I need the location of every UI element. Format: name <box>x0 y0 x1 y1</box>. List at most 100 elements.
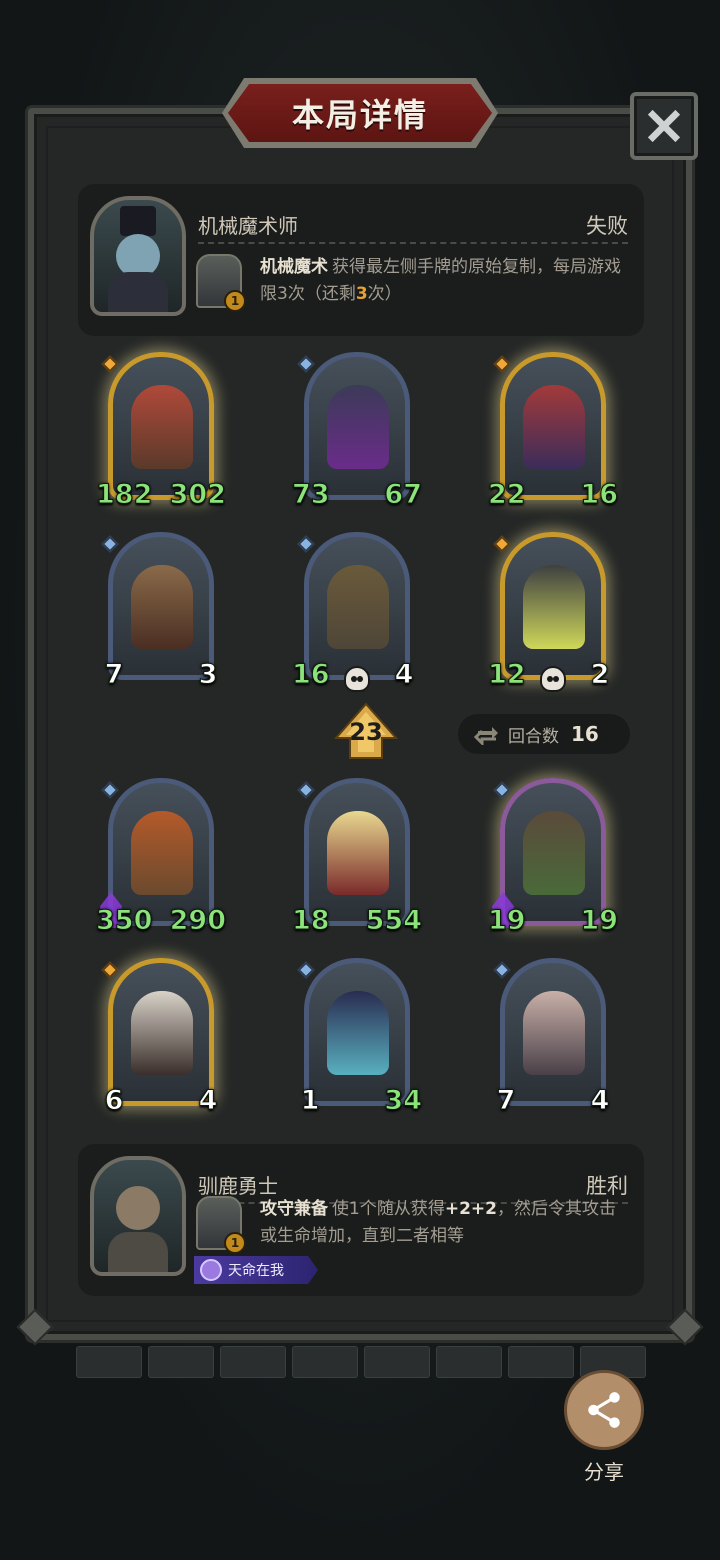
minion-portrait <box>131 385 193 469</box>
attack-value: 1 <box>292 1082 328 1118</box>
deathrattle-skull-icon <box>344 666 370 692</box>
player-minion-card[interactable]: 350 290 <box>95 778 227 938</box>
opponent-portrait <box>90 196 186 316</box>
health-value: 4 <box>386 656 422 692</box>
skill-remaining: 3 <box>355 284 368 304</box>
close-button[interactable] <box>630 92 698 160</box>
player-minion-card[interactable]: 1 34 <box>293 958 422 1118</box>
player-minion-card[interactable]: 19 19 <box>488 778 618 938</box>
tier-value: 23 <box>349 718 383 746</box>
tier-gem-icon <box>493 535 511 553</box>
title-banner: 本局详情 <box>228 84 492 142</box>
tier-gem-icon <box>493 355 511 373</box>
health-value: 34 <box>384 1082 422 1118</box>
collection-tile <box>364 1346 430 1378</box>
minion-portrait <box>131 991 193 1075</box>
health-value-text: 4 <box>394 658 414 690</box>
share-icon <box>588 1392 620 1428</box>
health-value-text: 16 <box>580 478 619 510</box>
health-value-text: 554 <box>365 904 422 936</box>
skill-text: 使1个随从获得 <box>332 1199 445 1219</box>
attack-value: 182 <box>95 476 153 512</box>
health-value-text: 2 <box>590 658 610 690</box>
tier-gem-icon <box>493 961 511 979</box>
attack-value-text: 18 <box>292 904 331 936</box>
health-value: 302 <box>169 476 227 512</box>
player-name: 驯鹿勇士 <box>198 1174 278 1198</box>
trait-icon <box>200 1259 222 1281</box>
trait-label: 天命在我 <box>228 1263 284 1279</box>
attack-value-text: 182 <box>95 478 153 510</box>
turn-counter: 回合数 16 <box>458 714 630 754</box>
opponent-minion-card[interactable]: 22 16 <box>488 352 618 512</box>
health-value-text: 302 <box>169 478 226 510</box>
player-minion-card[interactable]: 74 <box>489 958 617 1118</box>
skill-bonus: +2+2 <box>444 1199 497 1219</box>
minion-portrait <box>327 991 389 1075</box>
opponent-minion-card[interactable]: 73 67 <box>292 352 422 512</box>
health-value: 3 <box>190 656 226 692</box>
attack-value-text: 12 <box>488 658 527 690</box>
health-value-text: 34 <box>384 1084 423 1116</box>
page-title: 本局详情 <box>291 96 428 134</box>
health-value: 2 <box>582 656 618 692</box>
attack-value: 7 <box>488 1082 524 1118</box>
collection-tile <box>436 1346 502 1378</box>
tier-gem-icon <box>297 355 315 373</box>
attack-value-text: 6 <box>104 1084 124 1116</box>
attack-value: 22 <box>488 476 526 512</box>
player-info-card: 驯鹿勇士 胜利 1 攻守兼备 使1个随从获得+2+2，然后令其攻击或生命增加，直到… <box>78 1144 644 1296</box>
deathrattle-skull-icon <box>540 666 566 692</box>
minion-portrait <box>523 385 585 469</box>
player-portrait <box>90 1156 186 1276</box>
opponent-name: 机械魔术师 <box>198 214 298 238</box>
tavern-tier-badge: 23 <box>334 702 398 760</box>
health-value: 4 <box>582 1082 618 1118</box>
attack-value: 16 <box>292 656 330 692</box>
tier-gem-icon <box>101 535 119 553</box>
player-skill-description: 攻守兼备 使1个随从获得+2+2，然后令其攻击或生命增加，直到二者相等 <box>260 1196 628 1250</box>
opponent-skill-icon[interactable]: 1 <box>196 254 246 312</box>
opponent-minion-card[interactable]: 182 302 <box>95 352 227 512</box>
health-value-text: 3 <box>198 658 218 690</box>
health-value: 67 <box>384 476 422 512</box>
minion-portrait <box>523 991 585 1075</box>
attack-value: 18 <box>292 902 330 938</box>
player-skill-icon[interactable]: 1 <box>196 1196 246 1254</box>
opponent-minion-card[interactable]: 12 2 <box>488 532 617 692</box>
card-collection-strip <box>76 1346 646 1378</box>
skill-text-end: 次） <box>367 284 402 304</box>
player-minion-card[interactable]: 18 554 <box>292 778 423 938</box>
opponent-skill-description: 机械魔术 获得最左侧手牌的原始复制，每局游戏限3次（还剩3次） <box>260 254 628 308</box>
health-value: 4 <box>190 1082 226 1118</box>
health-value: 290 <box>169 902 227 938</box>
minion-portrait <box>327 385 389 469</box>
attack-value: 6 <box>96 1082 132 1118</box>
health-value: 19 <box>580 902 618 938</box>
tier-gem-icon <box>493 781 511 799</box>
collection-tile <box>508 1346 574 1378</box>
destiny-trait-tag[interactable]: 天命在我 <box>194 1256 318 1284</box>
player-minion-card[interactable]: 64 <box>97 958 225 1118</box>
opponent-minion-card[interactable]: 16 4 <box>292 532 421 692</box>
attack-value: 12 <box>488 656 526 692</box>
opponent-result: 失败 <box>586 214 628 238</box>
tier-gem-icon <box>101 961 119 979</box>
share-button[interactable] <box>564 1370 644 1450</box>
tier-gem-icon <box>297 961 315 979</box>
minion-portrait <box>327 811 389 895</box>
attack-value-text: 7 <box>104 658 124 690</box>
collection-tile <box>292 1346 358 1378</box>
minion-portrait <box>523 811 585 895</box>
skill-level-badge: 1 <box>224 290 246 312</box>
tier-gem-icon <box>101 781 119 799</box>
tier-gem-icon <box>297 535 315 553</box>
skill-level-badge: 1 <box>224 1232 246 1254</box>
opponent-minion-card[interactable]: 73 <box>97 532 225 692</box>
health-value-text: 67 <box>384 478 423 510</box>
attack-value-text: 22 <box>488 478 527 510</box>
minion-portrait <box>327 565 389 649</box>
tier-gem-icon <box>297 781 315 799</box>
attack-value: 7 <box>96 656 132 692</box>
tier-gem-icon <box>101 355 119 373</box>
